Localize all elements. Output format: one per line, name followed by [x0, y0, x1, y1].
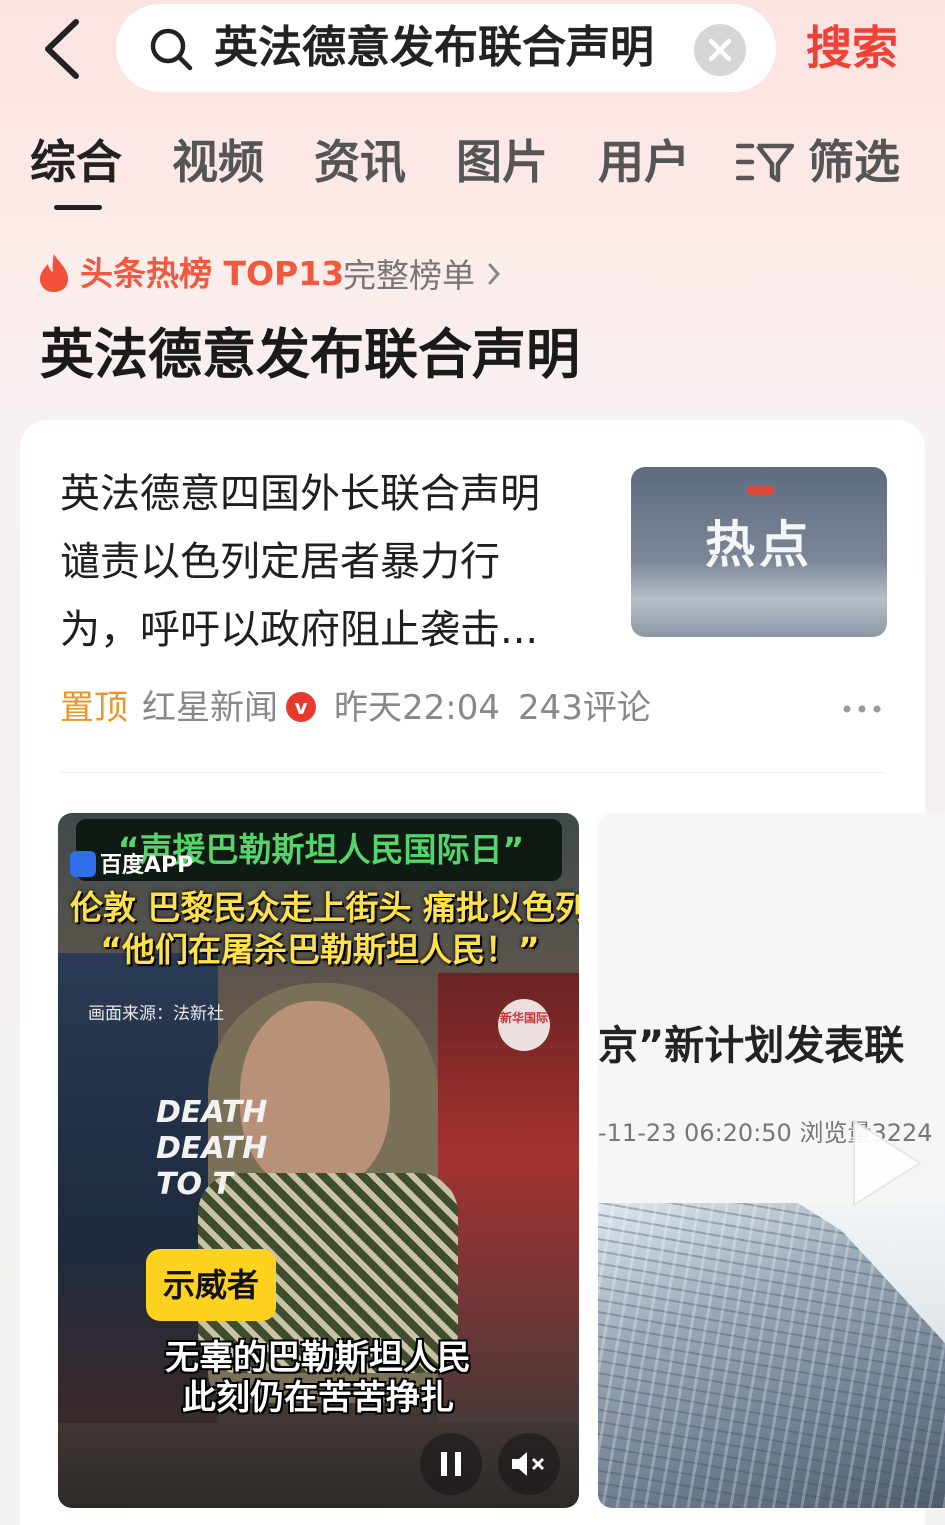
video-thumbnail-protest[interactable]: “声援巴勒斯坦人民国际日” 百度APP 伦敦 巴黎民众走上街头 痛批以色列 “他… — [58, 813, 579, 1508]
mute-button[interactable] — [498, 1433, 560, 1495]
clear-search-button[interactable] — [694, 24, 746, 76]
thumbnail-logo — [747, 485, 773, 495]
chevron-left-icon[interactable] — [38, 18, 88, 80]
tab-video[interactable]: 视频 — [172, 132, 264, 192]
source-name[interactable]: 红星新闻 — [142, 688, 278, 728]
app-watermark-text: 百度APP — [100, 853, 194, 878]
tab-comprehensive[interactable]: 综合 — [30, 132, 122, 192]
close-icon — [708, 38, 732, 62]
baidu-app-icon — [70, 851, 96, 877]
video-thumbnail-news[interactable]: 京”新计划发表联 -11-23 06:20:50 浏览量3224 — [598, 813, 945, 1508]
article-title[interactable]: 英法德意四国外长联合声明 谴责以色列定居者暴力行 为，呼吁以政府阻止袭击... — [60, 460, 600, 664]
results-card: 英法德意四国外长联合声明 谴责以色列定居者暴力行 为，呼吁以政府阻止袭击... … — [20, 420, 945, 1525]
pinned-label: 置顶 — [60, 688, 128, 728]
subtitle-line: 无辜的巴勒斯坦人民 — [165, 1338, 471, 1378]
thumbnail-text: 热点 — [705, 516, 813, 574]
search-button[interactable]: 搜索 — [806, 16, 898, 80]
article-title-line: 谴责以色列定居者暴力行 — [60, 539, 500, 585]
video2-headline: 京”新计划发表联 — [598, 1023, 905, 1069]
active-tab-indicator — [54, 205, 102, 210]
play-icon[interactable] — [846, 1113, 926, 1213]
tab-images[interactable]: 图片 — [456, 132, 548, 192]
tab-news[interactable]: 资讯 — [314, 132, 406, 192]
xinhua-logo-text: 新华国际 — [499, 1011, 548, 1025]
tab-users[interactable]: 用户 — [598, 132, 690, 192]
video-caption-line: 伦敦 巴黎民众走上街头 痛批以色列 — [70, 888, 579, 927]
mute-icon — [512, 1452, 545, 1476]
hot-list-label[interactable]: 头条热榜 TOP13 — [80, 252, 344, 296]
video-caption-quote: “他们在屠杀巴勒斯坦人民！” — [100, 930, 540, 969]
video-subtitle: 无辜的巴勒斯坦人民 此刻仍在苦苦挣扎 — [118, 1338, 518, 1418]
protest-sign: DEATH DEATH TO T — [156, 1095, 268, 1202]
full-list-link[interactable]: 完整榜单 — [343, 254, 475, 298]
filter-icon[interactable] — [736, 140, 794, 184]
filter-button[interactable]: 筛选 — [808, 132, 900, 192]
publish-time: 昨天22:04 — [334, 688, 500, 728]
comment-count[interactable]: 243评论 — [518, 688, 651, 728]
flame-icon — [40, 254, 68, 292]
pause-icon — [441, 1452, 461, 1476]
search-bar[interactable]: 英法德意发布联合声明 — [116, 4, 776, 92]
verified-badge-icon: v — [286, 691, 316, 722]
more-icon[interactable] — [842, 704, 882, 714]
xinhua-logo — [498, 999, 550, 1051]
article-meta: 置顶 红星新闻 v 昨天22:04 243评论 — [60, 684, 651, 732]
divider — [60, 772, 885, 773]
subtitle-line: 此刻仍在苦苦挣扎 — [182, 1378, 454, 1418]
chevron-right-icon — [488, 263, 501, 285]
search-input[interactable]: 英法德意发布联合声明 — [214, 16, 669, 80]
footage-source: 画面来源：法新社 — [88, 1004, 224, 1024]
article-title-line: 为，呼吁以政府阻止袭击... — [60, 607, 539, 653]
pause-button[interactable] — [420, 1433, 482, 1495]
article-thumbnail[interactable]: 热点 — [631, 467, 887, 637]
search-icon — [150, 28, 193, 71]
hot-topic-title[interactable]: 英法德意发布联合声明 — [40, 320, 580, 390]
speaker-tag: 示威者 — [146, 1249, 276, 1321]
app-watermark: 百度APP — [70, 849, 193, 883]
article-title-line: 英法德意四国外长联合声明 — [60, 471, 540, 517]
